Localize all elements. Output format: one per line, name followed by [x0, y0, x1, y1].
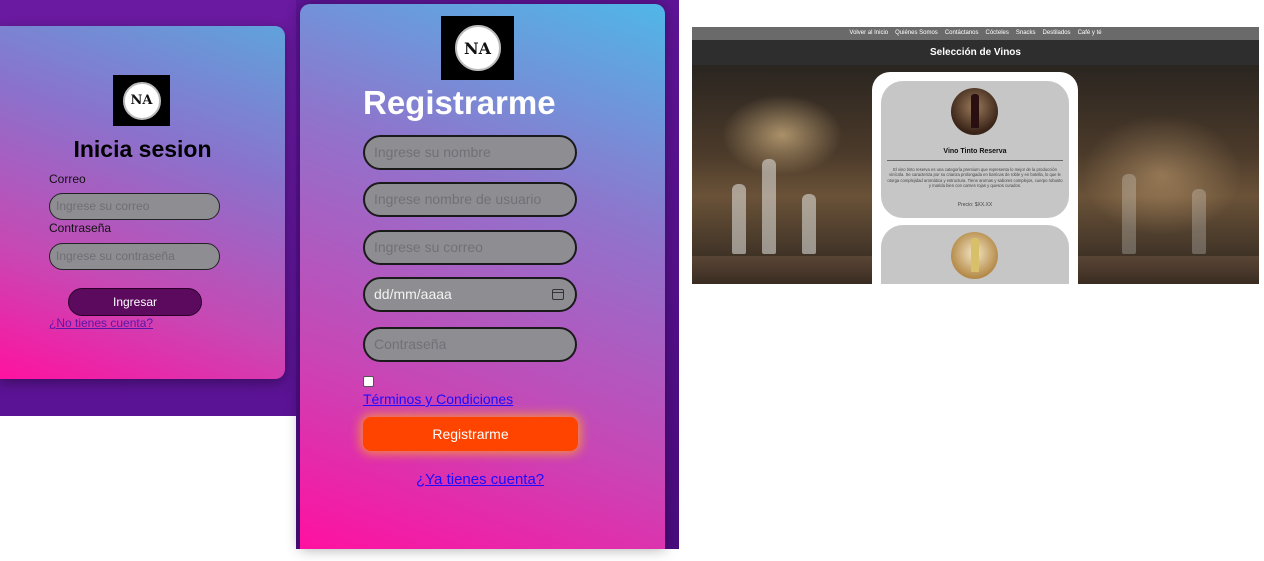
nav-item-snacks[interactable]: Snacks: [1016, 27, 1036, 40]
name-input[interactable]: Ingrese su nombre: [363, 135, 577, 170]
register-link[interactable]: ¿No tienes cuenta?: [49, 316, 153, 330]
bottle-shape: [802, 194, 816, 254]
login-email-input[interactable]: Ingrese su correo: [49, 193, 220, 220]
nav-item-coffee-tea[interactable]: Café y té: [1078, 27, 1102, 40]
nav-item-spirits[interactable]: Destilados: [1043, 27, 1071, 40]
register-password-input[interactable]: Contraseña: [363, 327, 577, 362]
login-password-input[interactable]: Ingrese su contraseña: [49, 243, 220, 270]
product-price: Precio: $XX.XX: [957, 202, 993, 208]
page-title: Selección de Vinos: [692, 40, 1259, 65]
brand-logo: NA: [441, 16, 514, 80]
nav-item-home[interactable]: Volver al Inicio: [849, 27, 888, 40]
bottle-shape: [1192, 189, 1206, 254]
register-submit-button[interactable]: Registrarme: [363, 417, 578, 451]
product-card[interactable]: [881, 225, 1069, 284]
register-card: NA Registrarme Ingrese su nombre Ingrese…: [300, 4, 665, 549]
logo-monogram: NA: [454, 25, 501, 71]
brand-logo: NA: [113, 75, 170, 126]
login-card: NA Inicia sesion Correo Ingrese su corre…: [0, 26, 285, 379]
wine-page-screenshot: Volver al Inicio Quiénes Somos Contáctan…: [692, 27, 1259, 284]
product-list-panel: Vino Tinto Reserva El vino tinto reserva…: [872, 72, 1078, 284]
birthdate-input[interactable]: dd/mm/aaaa: [363, 277, 577, 312]
nav-item-cocktails[interactable]: Cócteles: [986, 27, 1009, 40]
divider: [887, 160, 1063, 161]
nav-item-about[interactable]: Quiénes Somos: [895, 27, 938, 40]
red-wine-bottle-image: [951, 88, 998, 135]
register-email-input[interactable]: Ingrese su correo: [363, 230, 577, 265]
terms-checkbox[interactable]: [363, 376, 374, 387]
email-label: Correo: [49, 172, 86, 186]
login-link[interactable]: ¿Ya tienes cuenta?: [416, 471, 544, 488]
logo-monogram: NA: [122, 81, 161, 120]
login-submit-button[interactable]: Ingresar: [68, 288, 202, 316]
top-nav: Volver al Inicio Quiénes Somos Contáctan…: [692, 27, 1259, 40]
product-card[interactable]: Vino Tinto Reserva El vino tinto reserva…: [881, 81, 1069, 218]
nav-item-contact[interactable]: Contáctanos: [945, 27, 979, 40]
password-label: Contraseña: [49, 221, 112, 235]
calendar-icon[interactable]: [552, 289, 564, 300]
product-name: Vino Tinto Reserva: [943, 148, 1007, 155]
bottle-shape: [732, 184, 746, 254]
birthdate-value: dd/mm/aaaa: [374, 286, 452, 302]
product-description: El vino tinto reserva es una categoría p…: [887, 167, 1063, 189]
bottle-shape: [1122, 174, 1136, 254]
white-wine-glass-image: [951, 232, 998, 279]
register-title: Registrarme: [363, 84, 556, 121]
login-title: Inicia sesion: [73, 136, 212, 162]
terms-link[interactable]: Términos y Condiciones: [363, 391, 513, 407]
bottle-shape: [762, 159, 776, 254]
username-input[interactable]: Ingrese nombre de usuario: [363, 182, 577, 217]
